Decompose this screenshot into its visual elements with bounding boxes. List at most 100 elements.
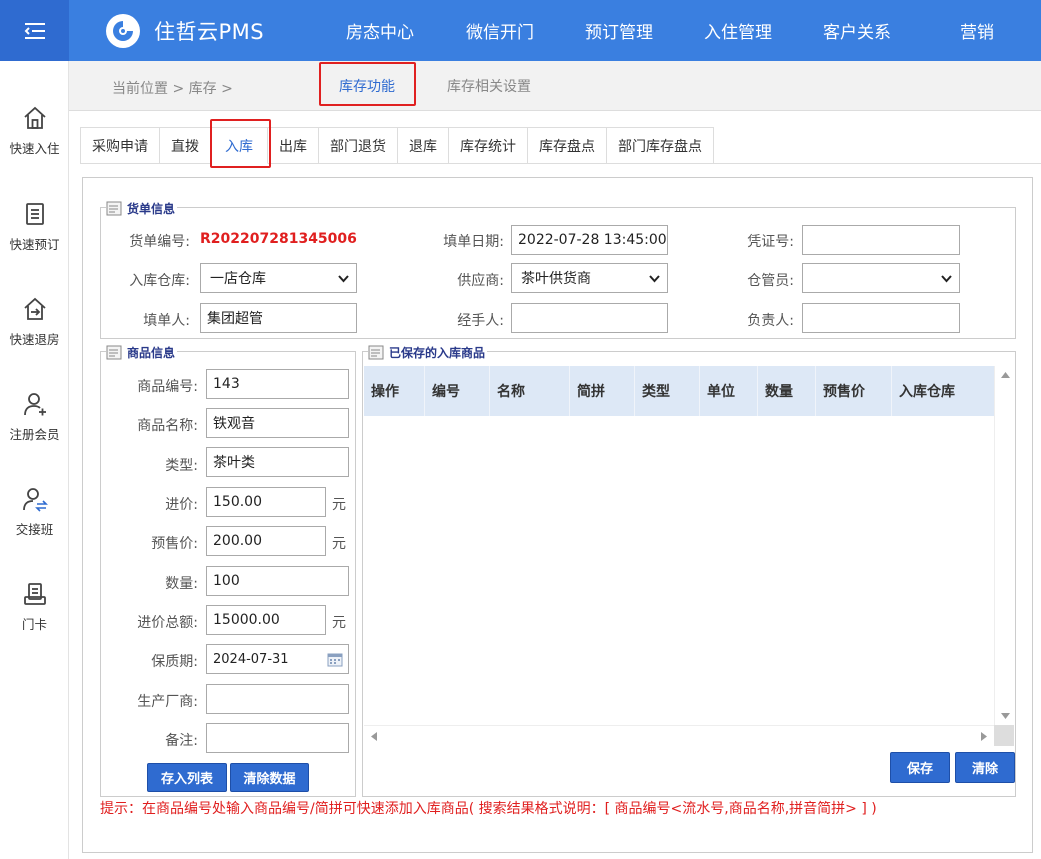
owner-field[interactable] [802, 303, 960, 333]
chevron-down-icon [338, 275, 349, 283]
sidebar-label: 注册会员 [9, 427, 60, 442]
add-to-list-button[interactable]: 存入列表 [147, 763, 227, 792]
sidebar-item-quick-checkout[interactable]: 快速退房 [0, 295, 69, 375]
vertical-scrollbar[interactable] [994, 366, 1014, 725]
goods-name-label: 商品名称: [137, 418, 198, 434]
sidebar-item-quick-checkin[interactable]: 快速入住 [0, 104, 69, 184]
filler-field[interactable]: 集团超管 [200, 303, 357, 333]
note-label: 备注: [165, 733, 198, 749]
nav-marketing[interactable]: 营销 [940, 0, 1014, 61]
total-price-field[interactable]: 15000.00 [206, 605, 326, 635]
form-icon [106, 201, 122, 215]
tab-stock-out[interactable]: 出库 [268, 127, 319, 164]
presale-price-label: 预售价: [151, 536, 198, 552]
breadcrumb-bar: 当前位置 > 库存 > 库存功能 库存相关设置 [69, 61, 1041, 111]
expiry-date-value: 2024-07-31 [213, 651, 289, 667]
tab-stock-stats[interactable]: 库存统计 [449, 127, 528, 164]
supplier-label: 供应商: [457, 273, 504, 289]
purchase-price-label: 进价: [165, 497, 198, 513]
card-icon [23, 583, 46, 605]
handler-field[interactable] [511, 303, 668, 333]
app-logo[interactable]: 住哲云PMS [106, 14, 264, 48]
col-quantity[interactable]: 数量 [758, 366, 816, 416]
sidebar-item-register-member[interactable]: 注册会员 [0, 390, 69, 470]
keeper-label: 仓管员: [747, 273, 794, 289]
app-title: 住哲云PMS [154, 20, 265, 44]
scroll-up-icon[interactable] [1001, 372, 1010, 378]
fill-date-label: 填单日期: [443, 234, 504, 250]
currency-unit: 元 [332, 536, 346, 552]
tab-dept-return[interactable]: 部门退货 [319, 127, 398, 164]
col-unit[interactable]: 单位 [700, 366, 758, 416]
chevron-down-icon [649, 275, 660, 283]
tab-purchase-request[interactable]: 采购申请 [80, 127, 160, 164]
col-name[interactable]: 名称 [490, 366, 570, 416]
nav-customers[interactable]: 客户关系 [805, 0, 909, 61]
scroll-right-icon[interactable] [981, 732, 987, 741]
filler-label: 填单人: [143, 313, 190, 329]
total-price-label: 进价总额: [137, 615, 198, 631]
sidebar-item-door-card[interactable]: 门卡 [0, 580, 69, 660]
supplier-select[interactable]: 茶叶供货商 [511, 263, 668, 293]
horizontal-scrollbar[interactable] [364, 725, 994, 746]
col-warehouse[interactable]: 入库仓库 [892, 366, 994, 416]
bill-info-legend: 货单信息 [106, 200, 178, 217]
highlight-box [210, 119, 271, 168]
sidebar-label: 快速入住 [9, 141, 60, 156]
sidebar-item-quick-booking[interactable]: 快速预订 [0, 200, 69, 280]
inventory-tabs: 采购申请 直拨 入库 出库 部门退货 退库 库存统计 库存盘点 部门库存盘点 [80, 127, 714, 164]
chevron-down-icon [941, 275, 952, 283]
sidebar-item-shift-handover[interactable]: 交接班 [0, 485, 69, 565]
goods-code-field[interactable]: 143 [206, 369, 349, 399]
warehouse-label: 入库仓库: [129, 273, 190, 289]
sidebar-label: 交接班 [15, 522, 54, 537]
voucher-no-label: 凭证号: [747, 234, 794, 250]
quantity-field[interactable]: 100 [206, 566, 349, 596]
document-icon [25, 203, 44, 225]
scroll-left-icon[interactable] [371, 732, 377, 741]
presale-price-field[interactable]: 200.00 [206, 526, 326, 556]
clear-button[interactable]: 清除 [955, 752, 1015, 783]
clear-data-button[interactable]: 清除数据 [230, 763, 309, 792]
bill-no-label: 货单编号: [129, 234, 190, 250]
save-button[interactable]: 保存 [890, 752, 950, 783]
form-icon [368, 345, 384, 359]
col-pinyin[interactable]: 简拼 [570, 366, 635, 416]
nav-room-status[interactable]: 房态中心 [328, 0, 432, 61]
nav-booking[interactable]: 预订管理 [567, 0, 671, 61]
goods-type-field[interactable]: 茶叶类 [206, 447, 349, 477]
note-field[interactable] [206, 723, 349, 753]
hint-text: 提示：在商品编号处输入商品编号/简拼可快速添加入库商品( 搜索结果格式说明：[ … [100, 801, 877, 817]
handler-label: 经手人: [457, 313, 504, 329]
maker-field[interactable] [206, 684, 349, 714]
bill-info-title: 货单信息 [127, 202, 176, 216]
tab-stock-return[interactable]: 退库 [398, 127, 449, 164]
highlight-box [319, 62, 416, 106]
col-code[interactable]: 编号 [425, 366, 490, 416]
keeper-select[interactable] [802, 263, 960, 293]
fill-date-field[interactable]: 2022-07-28 13:45:00 [511, 225, 668, 255]
calendar-icon[interactable] [327, 652, 343, 667]
goods-name-field[interactable]: 铁观音 [206, 408, 349, 438]
checkout-icon [23, 297, 46, 320]
voucher-no-field[interactable] [802, 225, 960, 255]
tab-direct-transfer[interactable]: 直拨 [160, 127, 211, 164]
nav-wechat-door[interactable]: 微信开门 [448, 0, 552, 61]
currency-unit: 元 [332, 497, 346, 513]
col-presale-price[interactable]: 预售价 [816, 366, 892, 416]
add-user-icon [23, 393, 46, 416]
tab-stocktake[interactable]: 库存盘点 [528, 127, 607, 164]
warehouse-selected: 一店仓库 [210, 271, 266, 287]
tab-inventory-settings[interactable]: 库存相关设置 [429, 61, 549, 111]
expiry-date-field[interactable]: 2024-07-31 [206, 644, 349, 674]
warehouse-select[interactable]: 一店仓库 [200, 263, 357, 293]
menu-toggle-icon[interactable] [0, 0, 69, 61]
nav-checkin[interactable]: 入住管理 [686, 0, 790, 61]
scroll-down-icon[interactable] [1001, 713, 1010, 719]
col-type[interactable]: 类型 [635, 366, 700, 416]
col-operation[interactable]: 操作 [364, 366, 425, 416]
goods-info-title: 商品信息 [127, 346, 176, 360]
maker-label: 生产厂商: [137, 694, 198, 710]
purchase-price-field[interactable]: 150.00 [206, 487, 326, 517]
tab-dept-stocktake[interactable]: 部门库存盘点 [607, 127, 714, 164]
